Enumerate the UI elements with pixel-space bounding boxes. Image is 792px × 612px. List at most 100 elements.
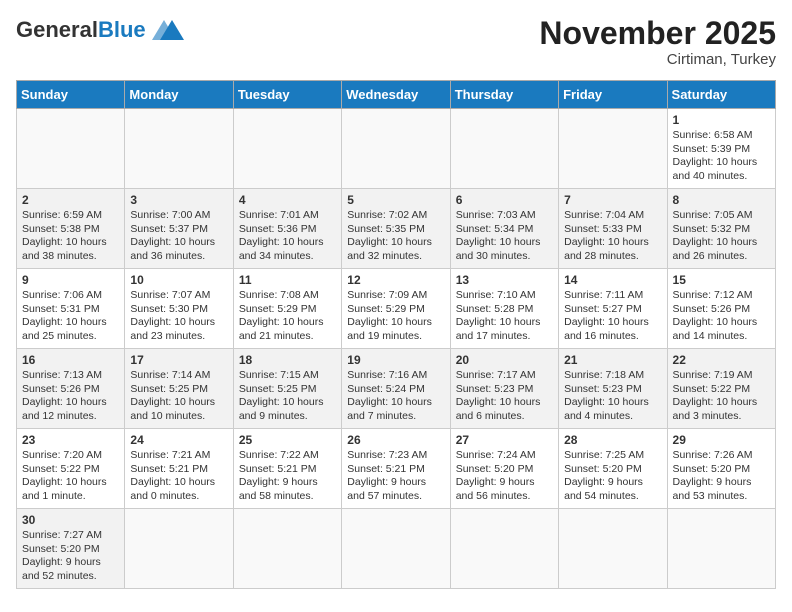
- title-block: November 2025 Cirtiman, Turkey: [539, 16, 776, 68]
- day-info: Daylight: 10 hours and 36 minutes.: [130, 236, 227, 263]
- day-info: Sunset: 5:30 PM: [130, 303, 227, 317]
- day-info: Sunrise: 7:00 AM: [130, 209, 227, 223]
- calendar-cell: 4Sunrise: 7:01 AMSunset: 5:36 PMDaylight…: [233, 189, 341, 269]
- page-header: GeneralBlue November 2025 Cirtiman, Turk…: [16, 16, 776, 68]
- day-number: 28: [564, 433, 661, 447]
- day-info: Sunrise: 7:23 AM: [347, 449, 444, 463]
- day-info: Sunset: 5:20 PM: [564, 463, 661, 477]
- day-info: Sunset: 5:20 PM: [456, 463, 553, 477]
- calendar-table: SundayMondayTuesdayWednesdayThursdayFrid…: [16, 80, 776, 589]
- day-info: Sunrise: 7:20 AM: [22, 449, 119, 463]
- day-info: Daylight: 10 hours and 28 minutes.: [564, 236, 661, 263]
- day-info: Daylight: 10 hours and 16 minutes.: [564, 316, 661, 343]
- day-info: Daylight: 10 hours and 30 minutes.: [456, 236, 553, 263]
- day-info: Daylight: 10 hours and 3 minutes.: [673, 396, 770, 423]
- day-info: Sunrise: 7:16 AM: [347, 369, 444, 383]
- day-info: Sunset: 5:26 PM: [22, 383, 119, 397]
- calendar-cell: 16 Sunrise: 7:13 AMSunset: 5:26 PMDayligh…: [17, 349, 125, 429]
- day-number: 9: [22, 273, 119, 287]
- calendar-cell: 21Sunrise: 7:18 AMSunset: 5:23 PMDayligh…: [559, 349, 667, 429]
- day-info: Daylight: 10 hours and 38 minutes.: [22, 236, 119, 263]
- calendar-cell: 25Sunrise: 7:22 AMSunset: 5:21 PMDayligh…: [233, 429, 341, 509]
- day-info: Daylight: 9 hours and 58 minutes.: [239, 476, 336, 503]
- day-info: Sunset: 5:23 PM: [564, 383, 661, 397]
- calendar-cell: 8Sunrise: 7:05 AMSunset: 5:32 PMDaylight…: [667, 189, 775, 269]
- calendar-cell: [450, 109, 558, 189]
- day-info: Sunset: 5:28 PM: [456, 303, 553, 317]
- day-info: Sunrise: 6:58 AM: [673, 129, 770, 143]
- day-number: 7: [564, 193, 661, 207]
- calendar-cell: [125, 509, 233, 589]
- day-info: Sunset: 5:27 PM: [564, 303, 661, 317]
- calendar-cell: 26Sunrise: 7:23 AMSunset: 5:21 PMDayligh…: [342, 429, 450, 509]
- day-info: Sunset: 5:24 PM: [347, 383, 444, 397]
- day-info: Daylight: 10 hours and 26 minutes.: [673, 236, 770, 263]
- calendar-cell: [233, 509, 341, 589]
- day-info: Sunset: 5:25 PM: [239, 383, 336, 397]
- day-number: 29: [673, 433, 770, 447]
- day-info: Sunrise: 7:08 AM: [239, 289, 336, 303]
- day-info: Sunset: 5:36 PM: [239, 223, 336, 237]
- calendar-cell: 29Sunrise: 7:26 AMSunset: 5:20 PMDayligh…: [667, 429, 775, 509]
- day-info: Sunset: 5:26 PM: [673, 303, 770, 317]
- calendar-cell: [233, 109, 341, 189]
- day-info: Sunrise: 7:10 AM: [456, 289, 553, 303]
- day-info: Sunset: 5:22 PM: [673, 383, 770, 397]
- day-info: Sunset: 5:34 PM: [456, 223, 553, 237]
- day-number: 15: [673, 273, 770, 287]
- calendar-cell: 2Sunrise: 6:59 AMSunset: 5:38 PMDaylight…: [17, 189, 125, 269]
- day-info: Sunset: 5:37 PM: [130, 223, 227, 237]
- day-number: 1: [673, 113, 770, 127]
- day-number: 25: [239, 433, 336, 447]
- calendar-cell: 17Sunrise: 7:14 AMSunset: 5:25 PMDayligh…: [125, 349, 233, 429]
- day-info: Sunrise: 7:05 AM: [673, 209, 770, 223]
- day-info: Daylight: 9 hours and 57 minutes.: [347, 476, 444, 503]
- day-info: Sunrise: 7:12 AM: [673, 289, 770, 303]
- weekday-header-friday: Friday: [559, 81, 667, 109]
- calendar-cell: 1Sunrise: 6:58 AMSunset: 5:39 PMDaylight…: [667, 109, 775, 189]
- day-number: 21: [564, 353, 661, 367]
- calendar-cell: 12Sunrise: 7:09 AMSunset: 5:29 PMDayligh…: [342, 269, 450, 349]
- location: Cirtiman, Turkey: [539, 51, 776, 68]
- logo: GeneralBlue: [16, 16, 188, 44]
- calendar-cell: 30Sunrise: 7:27 AMSunset: 5:20 PMDayligh…: [17, 509, 125, 589]
- calendar-cell: 5Sunrise: 7:02 AMSunset: 5:35 PMDaylight…: [342, 189, 450, 269]
- calendar-cell: 24Sunrise: 7:21 AMSunset: 5:21 PMDayligh…: [125, 429, 233, 509]
- calendar-cell: 23Sunrise: 7:20 AMSunset: 5:22 PMDayligh…: [17, 429, 125, 509]
- day-info: Sunrise: 7:13 AM: [22, 369, 119, 383]
- day-info: Sunset: 5:33 PM: [564, 223, 661, 237]
- day-info: Sunset: 5:25 PM: [130, 383, 227, 397]
- day-info: Sunset: 5:35 PM: [347, 223, 444, 237]
- day-info: Sunrise: 6:59 AM: [22, 209, 119, 223]
- day-info: Sunrise: 7:04 AM: [564, 209, 661, 223]
- calendar-cell: [342, 509, 450, 589]
- day-info: Sunrise: 7:02 AM: [347, 209, 444, 223]
- day-number: 19: [347, 353, 444, 367]
- day-info: Daylight: 10 hours and 32 minutes.: [347, 236, 444, 263]
- calendar-cell: [559, 509, 667, 589]
- weekday-header-monday: Monday: [125, 81, 233, 109]
- day-info: Daylight: 10 hours and 34 minutes.: [239, 236, 336, 263]
- calendar-cell: [342, 109, 450, 189]
- weekday-header-tuesday: Tuesday: [233, 81, 341, 109]
- day-number: 14: [564, 273, 661, 287]
- day-info: Sunrise: 7:11 AM: [564, 289, 661, 303]
- day-number: 30: [22, 513, 119, 527]
- day-number: 3: [130, 193, 227, 207]
- day-number: 8: [673, 193, 770, 207]
- day-number: 16: [22, 353, 119, 367]
- day-info: Daylight: 9 hours and 54 minutes.: [564, 476, 661, 503]
- day-info: Daylight: 10 hours and 9 minutes.: [239, 396, 336, 423]
- day-number: 12: [347, 273, 444, 287]
- day-number: 6: [456, 193, 553, 207]
- day-info: Daylight: 10 hours and 7 minutes.: [347, 396, 444, 423]
- day-info: Sunrise: 7:24 AM: [456, 449, 553, 463]
- day-info: Sunset: 5:29 PM: [239, 303, 336, 317]
- day-info: Daylight: 10 hours and 19 minutes.: [347, 316, 444, 343]
- day-info: Daylight: 9 hours and 52 minutes.: [22, 556, 119, 583]
- day-number: 26: [347, 433, 444, 447]
- day-info: Daylight: 10 hours and 0 minutes.: [130, 476, 227, 503]
- day-number: 27: [456, 433, 553, 447]
- day-info: Daylight: 10 hours and 12 minutes.: [22, 396, 119, 423]
- day-info: Daylight: 10 hours and 23 minutes.: [130, 316, 227, 343]
